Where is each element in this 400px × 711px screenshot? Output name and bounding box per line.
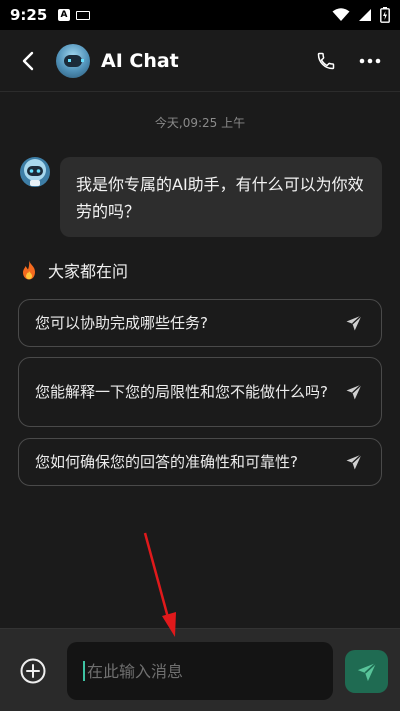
status-bar: 9:25 A (0, 0, 400, 30)
chat-header: AI Chat (0, 30, 400, 92)
suggestions-title: 大家都在问 (48, 262, 129, 281)
suggested-question[interactable]: 您可以协助完成哪些任务? (18, 299, 382, 347)
suggested-question[interactable]: 您能解释一下您的局限性和您不能做什么吗? (18, 357, 382, 427)
suggested-question[interactable]: 您如何确保您的回答的准确性和可靠性? (18, 438, 382, 486)
wifi-icon (332, 8, 350, 21)
more-icon (359, 58, 381, 63)
message-input-container[interactable] (67, 642, 333, 700)
message-timestamp: 今天,09:25 上午 (154, 116, 246, 130)
send-icon (346, 315, 362, 331)
suggested-question-text: 您可以协助完成哪些任务? (35, 314, 208, 332)
battery-icon (380, 7, 390, 23)
text-caret (83, 661, 85, 681)
suggested-question-text: 您如何确保您的回答的准确性和可靠性? (35, 453, 298, 471)
back-arrow-icon (22, 51, 34, 70)
back-button[interactable] (0, 30, 56, 92)
phone-icon (317, 52, 335, 69)
status-time: 9:25 (10, 6, 48, 24)
composer-bar (0, 628, 400, 711)
robot-avatar[interactable] (56, 43, 90, 78)
add-circle-icon[interactable] (19, 657, 47, 685)
signal-icon (359, 9, 371, 21)
send-icon (346, 384, 362, 400)
send-icon (357, 661, 377, 681)
annotation-arrow-icon (143, 532, 176, 637)
robot-avatar-icon (20, 157, 50, 187)
send-icon (346, 454, 362, 470)
keyboard-icon (76, 10, 90, 20)
page-title: AI Chat (101, 49, 179, 72)
status-notification-icons: A (58, 9, 90, 21)
call-button[interactable] (304, 30, 348, 92)
ai-message-bubble: 我是你专属的AI助手，有什么可以为你效劳的吗？ (60, 157, 382, 237)
send-button[interactable] (345, 650, 388, 693)
suggested-question-text: 您能解释一下您的局限性和您不能做什么吗? (35, 383, 328, 401)
fire-icon (23, 260, 35, 280)
message-input[interactable] (87, 661, 307, 681)
ai-message-row: 我是你专属的AI助手，有什么可以为你效劳的吗？ (20, 157, 382, 237)
a-box-icon: A (58, 9, 70, 21)
suggestions-heading: 大家都在问 (20, 258, 128, 282)
status-system-icons (332, 7, 390, 23)
more-options-button[interactable] (348, 30, 392, 92)
